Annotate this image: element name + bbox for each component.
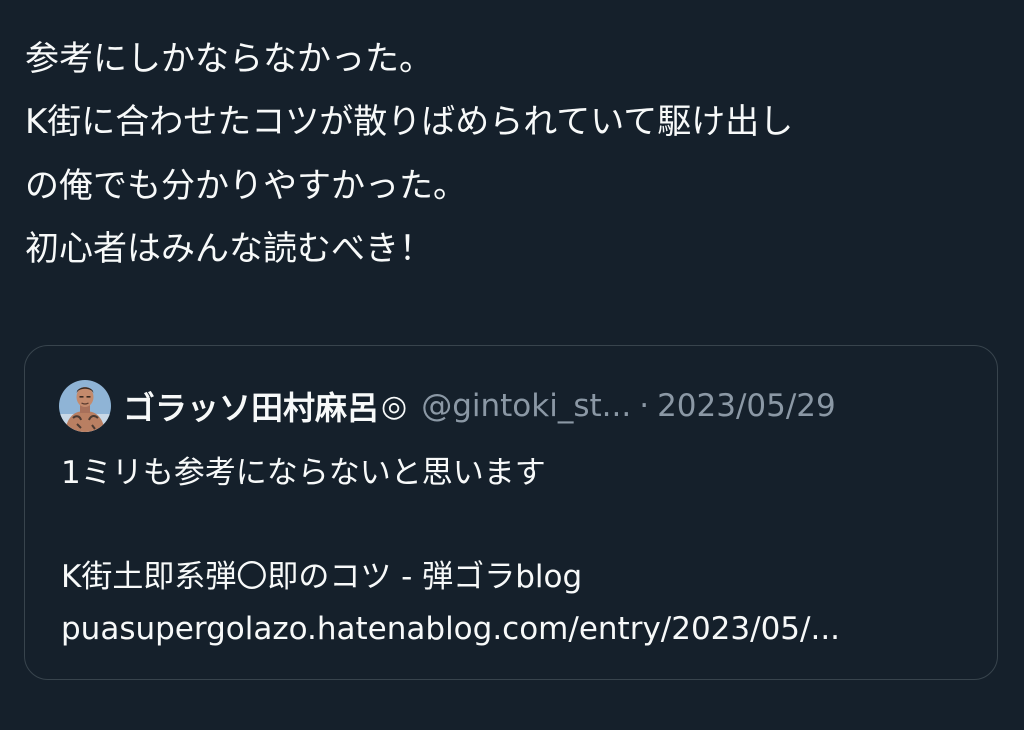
tweet-text: 参考にしかならなかった。 K街に合わせたコツが散りばめられていて駆け出し の俺で… [25, 28, 1000, 281]
quoted-tweet-card[interactable]: ゴラッソ田村麻呂 ◎ @gintoki_st... · 2023/05/29 1… [24, 345, 998, 680]
display-name[interactable]: ゴラッソ田村麻呂 [123, 383, 379, 429]
link-title[interactable]: K街土即系弾〇即のコツ - 弾ゴラblog [61, 551, 981, 603]
tweet-text-line: の俺でも分かりやすかった。 [25, 165, 467, 206]
avatar-image [59, 380, 111, 432]
tweet-text-line: K街に合わせたコツが散りばめられていて駆け出し [25, 102, 794, 143]
user-avatar[interactable] [59, 380, 111, 432]
quoted-tweet-text: 1ミリも参考にならないと思います K街土即系弾〇即のコツ - 弾ゴラblog p… [61, 447, 981, 655]
tweet-date[interactable]: 2023/05/29 [657, 388, 836, 424]
link-url[interactable]: puasupergolazo.hatenablog.com/entry/2023… [61, 603, 981, 655]
quoted-tweet-header: ゴラッソ田村麻呂 ◎ @gintoki_st... · 2023/05/29 [59, 379, 836, 433]
quoted-tweet-message: 1ミリも参考にならないと思います [61, 455, 546, 491]
header-separator: · [639, 388, 650, 424]
tweet-text-line: 参考にしかならなかった。 [25, 39, 433, 79]
user-handle[interactable]: @gintoki_st... [421, 388, 631, 424]
name-symbol: ◎ [381, 388, 408, 424]
tweet-text-line: 初心者はみんな読むべき！ [25, 228, 433, 269]
